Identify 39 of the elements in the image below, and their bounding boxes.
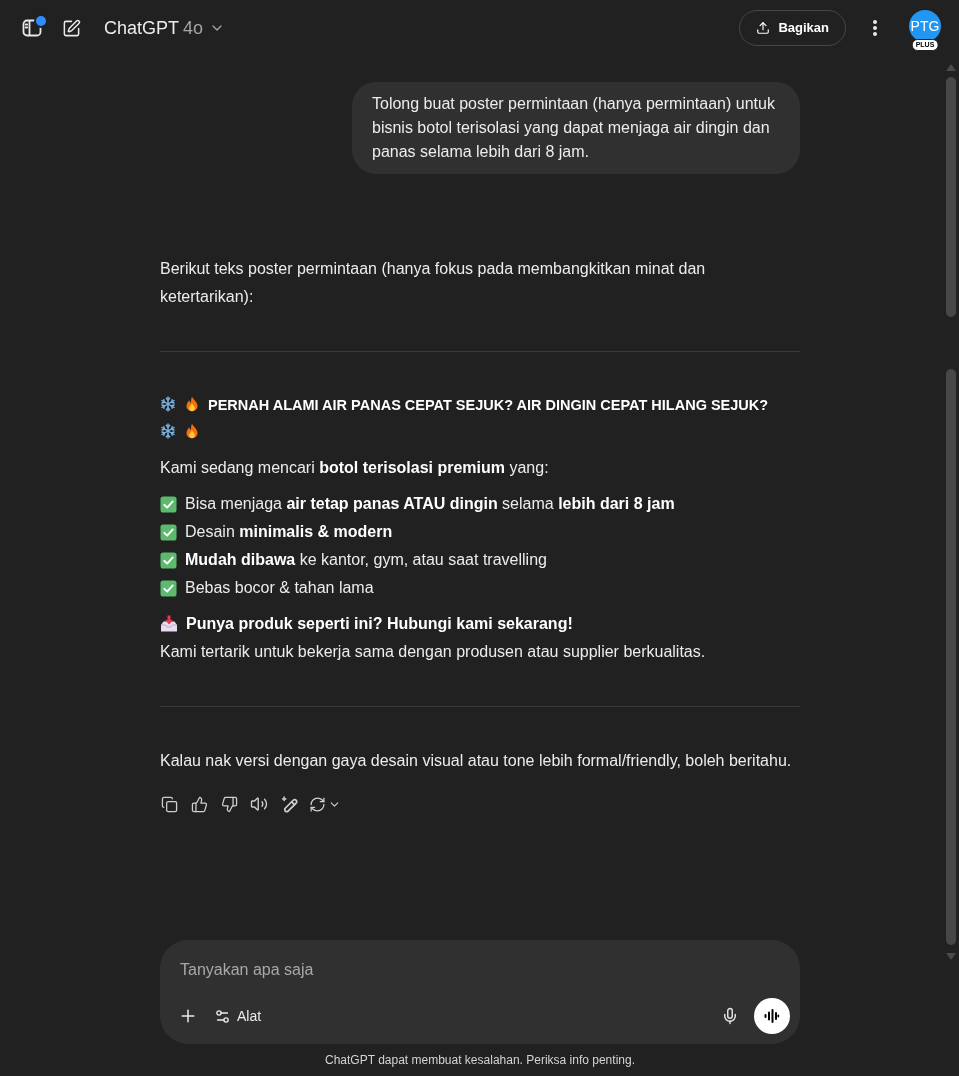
checklist-item-text: Mudah dibawa ke kantor, gym, atau saat travelling — [185, 550, 547, 570]
waveform-icon — [764, 1009, 780, 1023]
thumbs-up-icon — [190, 795, 208, 813]
check-mark-icon — [160, 579, 177, 597]
callout-title: Punya produk seperti ini? Hubungi kami sekarang! — [186, 614, 573, 634]
disclaimer-text: ChatGPT dapat membuat kesalahan. Periksa info penting. — [325, 1052, 635, 1069]
tools-button[interactable]: Alat — [206, 998, 270, 1034]
copy-icon — [160, 795, 178, 813]
message-input[interactable]: Tanyakan apa saja — [180, 958, 780, 982]
scrollbar-thumb[interactable] — [946, 369, 956, 945]
checklist-item-text: Desain minimalis & modern — [185, 522, 393, 542]
speaker-icon — [250, 795, 268, 813]
microphone-icon — [721, 1007, 739, 1025]
upload-icon — [756, 21, 771, 35]
flame-icon — [184, 423, 200, 439]
snowflake-icon — [160, 423, 176, 439]
response-paragraph: Kami sedang mencari botol terisolasi premium yang: — [160, 458, 550, 478]
checklist-item-text: Bebas bocor & tahan lama — [185, 578, 374, 598]
inbox-tray-icon — [160, 615, 178, 633]
thumbs-down-icon — [220, 795, 238, 813]
pencil-sparkle-icon — [280, 795, 298, 813]
sliders-icon — [214, 1007, 231, 1025]
check-mark-icon — [160, 495, 177, 513]
response-paragraph: Berikut teks poster permintaan (hanya fokus pada membangkitkan minat dan ketertarikan): — [160, 259, 707, 307]
scrollbar-thumb[interactable] — [946, 77, 956, 317]
poster-headline: PERNAH ALAMI AIR PANAS CEPAT SEJUK? AIR DINGIN CEPAT HILANG SEJUK? — [208, 397, 769, 413]
user-message-bubble: Tolong buat poster permintaan (hanya permintaan) untuk bisnis botol terisolasi yang dapat menjaga air dingin dan panas selama lebih dari 8 jam. — [352, 82, 800, 174]
callout-text: Kami tertarik untuk bekerja sama dengan produsen atau supplier berkualitas. — [160, 642, 707, 662]
response-paragraph: Kalau nak versi dengan gaya desain visual atau tone lebih formal/friendly, boleh beritahu. — [160, 751, 793, 771]
check-mark-icon — [160, 523, 177, 541]
flame-icon — [184, 396, 200, 412]
checklist-item-text: Bisa menjaga air tetap panas ATAU dingin selama lebih dari 8 jam — [185, 494, 675, 514]
refresh-icon — [309, 795, 326, 813]
snowflake-icon — [160, 396, 176, 412]
model-selector[interactable]: ChatGPT 4o — [96, 10, 234, 46]
vertical-dots-icon — [873, 20, 877, 36]
check-mark-icon — [160, 551, 177, 569]
edit-icon — [61, 18, 81, 38]
voice-mode-button[interactable] — [754, 998, 790, 1034]
